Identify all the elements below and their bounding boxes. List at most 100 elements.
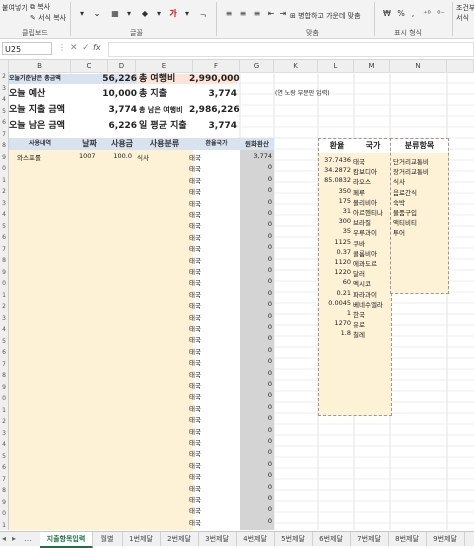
rate-value[interactable]: 175 (319, 197, 351, 205)
rate-country[interactable]: 페루 (353, 187, 365, 197)
row-number[interactable]: 2 (0, 188, 8, 195)
increase-decimal-icon[interactable]: ⁺⁰ (420, 7, 434, 19)
cell-krw[interactable]: 0 (240, 175, 272, 183)
rate-country[interactable]: 유로 (353, 319, 365, 329)
rate-country[interactable]: 브라질 (353, 217, 371, 227)
rate-value[interactable]: 350 (319, 187, 351, 195)
cell-krw[interactable]: 0 (240, 186, 272, 194)
category-item[interactable]: 액티비티 (393, 217, 417, 227)
cell-country[interactable]: 태국 (189, 312, 219, 322)
rate-value[interactable]: 37.7436 (319, 156, 351, 164)
cell-krw[interactable]: 0 (240, 460, 272, 468)
formula-input[interactable] (108, 42, 474, 57)
row-number[interactable]: 0 (0, 395, 8, 402)
rate-value[interactable]: 60 (319, 278, 351, 286)
rate-country[interactable]: 멕시코 (353, 278, 371, 288)
fx-icon[interactable]: fx (93, 43, 101, 52)
phonetic-icon[interactable]: ᆨ (196, 7, 210, 19)
cell-krw[interactable]: 0 (240, 232, 272, 240)
row-number[interactable]: 3 (0, 85, 8, 92)
cell-country[interactable]: 태국 (189, 289, 219, 299)
font-color-dropdown-icon[interactable]: ▾ (180, 7, 194, 19)
row-number[interactable]: 0 (0, 280, 8, 287)
today-budget-value[interactable]: 10,000 (79, 86, 137, 102)
conditional-format-button[interactable]: 조건부 서식 (456, 3, 474, 23)
rate-value[interactable]: 0.21 (319, 289, 351, 297)
sheet-tab[interactable]: 9번제달 (426, 532, 465, 546)
row-number[interactable]: 6 (0, 349, 8, 356)
cell-country[interactable]: 태국 (189, 209, 219, 219)
rate-value[interactable]: 0.0045 (319, 299, 351, 307)
cell-krw[interactable]: 0 (240, 357, 272, 365)
rate-value[interactable]: 35 (319, 227, 351, 235)
row-number[interactable]: 4 (0, 96, 8, 103)
cell-country[interactable]: 태국 (189, 471, 219, 481)
cell-country[interactable]: 태국 (189, 266, 219, 276)
row-number[interactable]: 9 (0, 384, 8, 391)
cell-country[interactable]: 태국 (189, 437, 219, 447)
row-number[interactable]: 1 (0, 177, 8, 184)
cell-krw[interactable]: 0 (240, 163, 272, 171)
cell-country[interactable]: 태국 (189, 517, 219, 527)
cell-country[interactable]: 태국 (189, 403, 219, 413)
rate-country[interactable]: 캄보디아 (353, 166, 377, 176)
row-number[interactable]: 5 (0, 338, 8, 345)
fill-color-icon[interactable]: ◆ (138, 7, 152, 19)
cell-country[interactable]: 태국 (189, 175, 219, 185)
cell-krw[interactable]: 0 (240, 448, 272, 456)
cell-krw[interactable]: 0 (240, 323, 272, 331)
cancel-icon[interactable]: ✕ (70, 43, 78, 53)
row-number[interactable]: 0 (0, 510, 8, 517)
enter-icon[interactable]: ✓ (82, 43, 90, 53)
align-left-icon[interactable]: ≡ (222, 7, 236, 19)
cell-krw[interactable]: 0 (240, 414, 272, 422)
align-center-icon[interactable]: ≡ (236, 7, 250, 19)
cell-description[interactable]: 와스포롤 (17, 152, 71, 162)
cell-krw[interactable]: 0 (240, 334, 272, 342)
rate-country[interactable]: 달러 (353, 268, 365, 278)
cell-country[interactable]: 태국 (189, 357, 219, 367)
row-number[interactable]: 8 (0, 487, 8, 494)
increase-indent-icon[interactable]: ⇥ (276, 7, 290, 19)
row-number[interactable]: 6 (0, 234, 8, 241)
cell-krw[interactable]: 0 (240, 209, 272, 217)
row-number[interactable]: 5 (0, 223, 8, 230)
border-dropdown-icon[interactable]: ▾ (122, 7, 136, 19)
row-number[interactable]: 8 (0, 372, 8, 379)
column-header-o[interactable] (447, 60, 474, 72)
cell-country[interactable]: 태국 (189, 323, 219, 333)
cell-krw[interactable]: 0 (240, 243, 272, 251)
row-number[interactable]: 5 (0, 453, 8, 460)
select-all-corner[interactable] (0, 60, 9, 72)
dropdown-icon[interactable]: ▾ (75, 7, 89, 19)
row-number[interactable]: 2 (0, 303, 8, 310)
cell-krw[interactable]: 0 (240, 471, 272, 479)
row-number[interactable]: 4 (0, 211, 8, 218)
cell-krw[interactable]: 0 (240, 505, 272, 513)
column-header-g[interactable]: G (240, 60, 274, 72)
paste-format-button[interactable]: 붙여넣기 (2, 3, 28, 13)
input-area-yellow[interactable] (9, 150, 136, 530)
tab-expense-input[interactable]: 지출항목입력 (40, 532, 93, 548)
format-painter-button[interactable]: ✎ 서식 복사 (30, 13, 66, 23)
cell-krw[interactable]: 0 (240, 380, 272, 388)
cell-country[interactable]: 태국 (189, 369, 219, 379)
row-number[interactable]: 9 (0, 499, 8, 506)
column-header-k[interactable]: K (274, 60, 318, 72)
cell-krw[interactable]: 0 (240, 346, 272, 354)
cell-date[interactable]: 1007 (79, 152, 107, 160)
category-area-yellow[interactable] (136, 150, 193, 530)
rate-country[interactable]: 볼리비아 (353, 197, 377, 207)
cell-country[interactable]: 태국 (189, 494, 219, 504)
column-header-d[interactable]: D (108, 60, 136, 72)
rate-country[interactable]: 콜롬비아 (353, 248, 377, 258)
font-color-icon[interactable]: 가 (166, 7, 180, 19)
rate-value[interactable]: 1270 (319, 319, 351, 327)
name-box[interactable]: U25 (2, 42, 52, 55)
row-number[interactable]: 8 (0, 257, 8, 264)
cell-krw[interactable]: 0 (240, 198, 272, 206)
merge-center-button[interactable]: ⊞ 병합하고 가운데 맞춤 (290, 11, 361, 21)
cell-krw[interactable]: 0 (240, 403, 272, 411)
rate-country[interactable]: 우루과이 (353, 227, 377, 237)
column-header-n[interactable]: N (390, 60, 447, 72)
